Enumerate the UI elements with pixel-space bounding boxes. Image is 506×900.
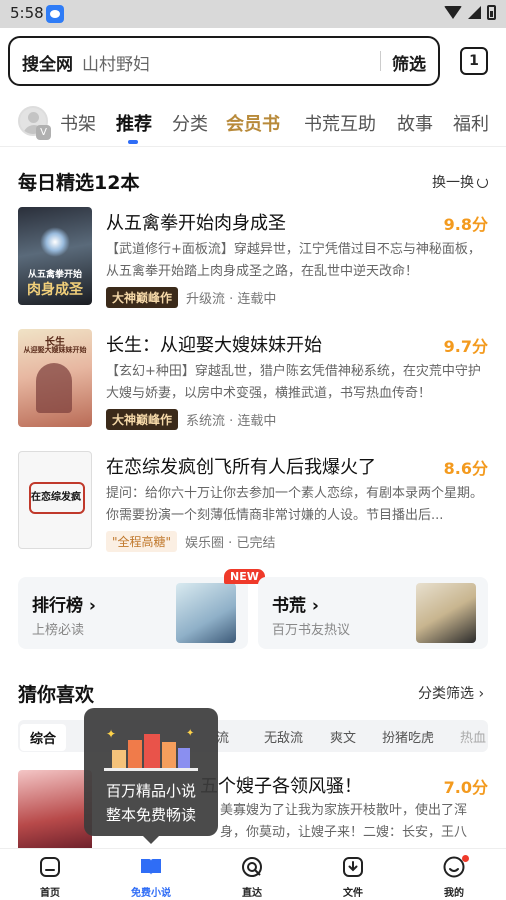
chip-satisfying[interactable]: 爽文 bbox=[330, 727, 356, 746]
tab-stories[interactable]: 故事 bbox=[397, 110, 433, 136]
nav-free-novels-label[interactable]: 免费小说 bbox=[131, 888, 171, 899]
chip-invincible[interactable]: 无敌流 bbox=[264, 727, 303, 746]
nav-files-label[interactable]: 文件 bbox=[343, 888, 363, 899]
search-bar[interactable]: 搜全网 山村野妇 筛选 bbox=[8, 36, 440, 86]
book-score: 9.8分 bbox=[443, 215, 488, 234]
book-description: 【玄幻+种田】穿越乱世，猎户陈玄凭借神秘系统，在灾荒中守护大嫂与娇妻，以房中术变… bbox=[106, 364, 481, 401]
status-time: 5:58 bbox=[10, 4, 44, 22]
tab-welfare[interactable]: 福利 bbox=[453, 110, 489, 136]
file-download-icon bbox=[343, 857, 363, 877]
book-cover[interactable]: 从五禽拳开始 肉身成圣 bbox=[18, 207, 92, 305]
nav-direct[interactable]: 直达 bbox=[222, 853, 282, 900]
book-genre-status: 娱乐圈 · 已完结 bbox=[185, 536, 276, 551]
book-meta: "全程高糖" 娱乐圈 · 已完结 bbox=[106, 531, 275, 552]
tab-recommend[interactable]: 推荐 bbox=[116, 110, 152, 136]
book-title[interactable]: 长生：从迎娶大嫂妹妹开始 bbox=[106, 331, 322, 357]
guess-book-description: 美寡嫂为了让我为家族开枝散叶，使出了浑身，你莫动，让嫂子来！二嫂：长安，王八汤.… bbox=[220, 803, 468, 840]
nav-home[interactable]: 首页 bbox=[20, 853, 80, 900]
nav-files[interactable]: 文件 bbox=[323, 853, 383, 900]
status-bar: 5:58 bbox=[0, 0, 506, 28]
book-tag: "全程高糖" bbox=[106, 531, 178, 552]
notification-dot bbox=[462, 855, 469, 862]
book-score: 9.7分 bbox=[443, 337, 488, 356]
book-description: 【武道修行+面板流】穿越异世，江宁凭借过目不忘与神秘面板，从五禽拳开始踏上肉身成… bbox=[106, 242, 481, 279]
book-genre-status: 系统流 · 连载中 bbox=[186, 414, 277, 429]
book-meta: 大神巅峰作 升级流 · 连载中 bbox=[106, 287, 276, 308]
book-famine-card-title[interactable]: 书荒 › bbox=[272, 591, 319, 616]
book-open-icon bbox=[141, 859, 161, 875]
svg-text:✦: ✦ bbox=[186, 728, 194, 739]
chip-comprehensive[interactable]: 综合 bbox=[20, 724, 67, 751]
book-score: 8.6分 bbox=[443, 459, 488, 478]
tab-bookshelf[interactable]: 书架 bbox=[60, 110, 96, 136]
books-illustration-icon: ✦ ✦ bbox=[104, 727, 198, 771]
app-notification-icon bbox=[46, 5, 64, 23]
tab-book-help[interactable]: 书荒互助 bbox=[304, 110, 376, 136]
tab-count-button[interactable]: 1 bbox=[460, 47, 488, 75]
system-icons bbox=[444, 5, 496, 20]
refresh-label[interactable]: 换一换 bbox=[432, 175, 474, 191]
book-genre-status: 升级流 · 连载中 bbox=[186, 292, 277, 307]
book-famine-card[interactable]: 书荒 › 百万书友热议 bbox=[258, 577, 488, 649]
book-tag: 大神巅峰作 bbox=[106, 287, 179, 308]
guess-book-title[interactable]: 五个嫂子各领风骚！ bbox=[200, 772, 362, 798]
ranking-card-cover bbox=[176, 583, 236, 643]
search-input[interactable]: 山村野妇 bbox=[82, 50, 150, 75]
book-cover[interactable]: 在恋综发疯 bbox=[18, 451, 92, 549]
guess-title: 猜你喜欢 bbox=[18, 684, 95, 706]
book-cover[interactable]: 长生 从迎娶大嫂妹妹开始 bbox=[18, 329, 92, 427]
category-filter-button[interactable]: 分类筛选 › bbox=[418, 683, 484, 703]
bottom-nav: 首页 免费小说 直达 文件 我的 bbox=[0, 848, 506, 900]
chip-hot-blood[interactable]: 热血 bbox=[460, 727, 486, 746]
cover-subtitle: 从迎娶大嫂妹妹开始 bbox=[23, 346, 87, 354]
search-scope-label[interactable]: 搜全网 bbox=[22, 50, 73, 75]
book-famine-card-cover bbox=[416, 583, 476, 643]
search-filter-button[interactable]: 筛选 bbox=[392, 50, 426, 75]
book-title[interactable]: 从五禽拳开始肉身成圣 bbox=[106, 209, 286, 235]
free-novel-tooltip: ✦ ✦ 百万精品小说 整本免费畅读 bbox=[84, 708, 218, 844]
active-tab-indicator bbox=[128, 140, 138, 144]
tooltip-line1: 百万精品小说 bbox=[105, 782, 196, 800]
book-description: 提问：给你六十万让你去参加一个素人恋综，有剧本录两个星期。你需要扮演一个刻薄低情… bbox=[106, 486, 484, 523]
guess-book-score: 7.0分 bbox=[443, 778, 488, 797]
search-divider bbox=[380, 51, 381, 71]
book-item[interactable]: 长生 从迎娶大嫂妹妹开始 长生：从迎娶大嫂妹妹开始 9.7分 【玄幻+种田】穿越… bbox=[0, 329, 506, 433]
book-item[interactable]: 在恋综发疯 在恋综发疯创飞所有人后我爆火了 8.6分 提问：给你六十万让你去参加… bbox=[0, 451, 506, 555]
home-icon bbox=[40, 857, 60, 877]
chip-pig-tiger[interactable]: 扮猪吃虎 bbox=[382, 727, 434, 746]
ranking-card[interactable]: 排行榜 › 上榜必读 NEW bbox=[18, 569, 265, 649]
battery-icon bbox=[487, 5, 496, 20]
nav-mine-label[interactable]: 我的 bbox=[444, 888, 464, 899]
tooltip-line2: 整本免费畅读 bbox=[105, 806, 196, 824]
wifi-icon bbox=[444, 6, 462, 19]
direct-icon bbox=[242, 857, 262, 877]
book-tag: 大神巅峰作 bbox=[106, 409, 179, 430]
cover-title: 在恋综发疯 bbox=[31, 492, 81, 503]
ranking-card-subtitle: 上榜必读 bbox=[32, 623, 85, 638]
tab-category[interactable]: 分类 bbox=[172, 110, 208, 136]
ranking-card-title[interactable]: 排行榜 › bbox=[32, 591, 96, 616]
book-item[interactable]: 从五禽拳开始 肉身成圣 从五禽拳开始肉身成圣 9.8分 【武道修行+面板流】穿越… bbox=[0, 207, 506, 311]
signal-icon bbox=[468, 6, 481, 19]
nav-direct-label[interactable]: 直达 bbox=[242, 888, 262, 899]
refresh-button[interactable]: 换一换 bbox=[432, 172, 488, 192]
header-divider bbox=[0, 146, 506, 147]
nav-free-novels[interactable]: 免费小说 bbox=[121, 853, 181, 900]
book-meta: 大神巅峰作 系统流 · 连载中 bbox=[106, 409, 276, 430]
book-famine-card-subtitle: 百万书友热议 bbox=[272, 623, 351, 638]
svg-text:✦: ✦ bbox=[106, 727, 116, 741]
guess-book-cover[interactable] bbox=[18, 770, 92, 850]
daily-picks-title: 每日精选12本 bbox=[18, 172, 140, 194]
nav-mine[interactable]: 我的 bbox=[424, 853, 484, 900]
tab-vip-books[interactable]: 会员书 bbox=[226, 110, 280, 136]
vip-badge: V bbox=[36, 125, 51, 140]
book-title[interactable]: 在恋综发疯创飞所有人后我爆火了 bbox=[106, 453, 376, 479]
nav-home-label[interactable]: 首页 bbox=[40, 888, 60, 899]
refresh-icon bbox=[477, 177, 488, 188]
cover-title: 肉身成圣 bbox=[27, 282, 83, 298]
